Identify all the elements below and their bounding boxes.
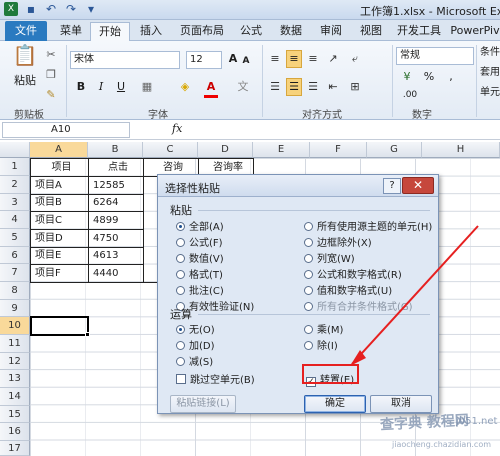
red-arrow	[350, 225, 479, 366]
watermark-url: jiaocheng.chazidian.com	[392, 440, 492, 449]
watermark-site: jb51.net	[456, 416, 498, 427]
